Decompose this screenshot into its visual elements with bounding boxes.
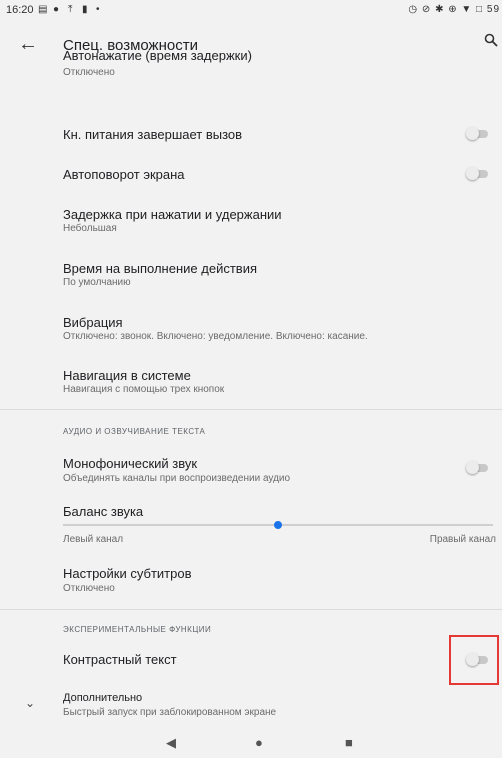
item-title: Кн. питания завершает вызов (63, 127, 243, 142)
navigation-bar: ◀ ● ■ (0, 731, 502, 758)
item-title: Контрастный текст (63, 652, 177, 667)
list-item-power-button-ends-call[interactable]: Кн. питания завершает вызов (0, 127, 502, 149)
status-bar: 16:20 ▤ ● ⤒ ▮ • ◷ ⊘ ✱ ⊕ ▼ □ 59 (0, 0, 502, 22)
item-title: Настройки субтитров (63, 566, 192, 581)
item-title: Монофонический звук (63, 456, 198, 471)
trash-icon: ▮ (82, 4, 88, 15)
section-header-audio: аудио и озвучивание текста (63, 427, 206, 436)
list-item-touch-hold-delay[interactable]: Задержка при нажатии и удержании Небольш… (0, 207, 502, 243)
item-subtitle: По умолчанию (63, 277, 131, 288)
item-subtitle: Отключено (63, 67, 115, 78)
list-item-high-contrast-text[interactable]: Контрастный текст (0, 652, 502, 674)
list-item-auto-rotate[interactable]: Автоповорот экрана (0, 167, 502, 189)
status-icons: ◷ ⊘ ✱ ⊕ ▼ □ 59 (408, 4, 500, 15)
nav-back-button[interactable]: ◀ (166, 735, 176, 751)
item-title: Баланс звука (63, 504, 144, 519)
list-item-autoclick[interactable]: Автонажатие (время задержки) Отключено (0, 48, 502, 88)
nav-recents-button[interactable]: ■ (345, 735, 353, 750)
toggle-switch[interactable] (466, 461, 488, 474)
nav-home-button[interactable]: ● (255, 735, 263, 750)
item-subtitle: Объединять каналы при воспроизведении ау… (63, 473, 291, 484)
gallery-icon: ▤ (38, 4, 48, 15)
list-item-mono-audio[interactable]: Монофонический звук Объединять каналы пр… (0, 456, 502, 492)
item-title: Автоповорот экрана (63, 167, 185, 182)
item-title: Задержка при нажатии и удержании (63, 207, 282, 222)
item-subtitle: Отключено (63, 583, 115, 594)
list-item-subtitles[interactable]: Настройки субтитров Отключено (0, 566, 502, 602)
status-time: 16:20 (6, 4, 34, 16)
item-title: Дополнительно (63, 692, 143, 704)
balance-slider-thumb[interactable] (274, 521, 282, 529)
item-subtitle: Отключено: звонок. Включено: уведомление… (63, 331, 368, 342)
divider (0, 409, 502, 410)
balance-right-label: Правый канал (429, 534, 496, 545)
list-item-system-navigation[interactable]: Навигация в системе Навигация с помощью … (0, 368, 502, 404)
divider (0, 609, 502, 610)
chevron-down-icon[interactable]: ⌄ (25, 696, 35, 710)
item-title: Навигация в системе (63, 368, 191, 383)
list-item-action-time[interactable]: Время на выполнение действия По умолчани… (0, 261, 502, 297)
item-subtitle: Навигация с помощью трех кнопок (63, 384, 225, 395)
section-header-experimental: экспериментальные функции (63, 625, 212, 634)
item-title: Автонажатие (время задержки) (63, 48, 252, 63)
toggle-switch[interactable] (466, 167, 488, 180)
balance-left-label: Левый канал (63, 534, 124, 545)
item-title: Вибрация (63, 315, 123, 330)
list-item-audio-balance: Баланс звука Левый канал Правый канал (0, 504, 502, 574)
upload-icon: ⤒ (68, 4, 73, 15)
highlight-box (449, 635, 499, 685)
list-item-vibration[interactable]: Вибрация Отключено: звонок. Включено: ув… (0, 315, 502, 351)
item-subtitle: Быстрый запуск при заблокированном экран… (63, 707, 277, 718)
photo-icon: ● (53, 4, 60, 15)
toggle-switch[interactable] (466, 127, 488, 140)
list-item-advanced[interactable]: Дополнительно Быстрый запуск при заблоки… (0, 692, 502, 726)
dot-icon: • (96, 4, 100, 15)
item-subtitle: Небольшая (63, 223, 117, 234)
item-title: Время на выполнение действия (63, 261, 257, 276)
